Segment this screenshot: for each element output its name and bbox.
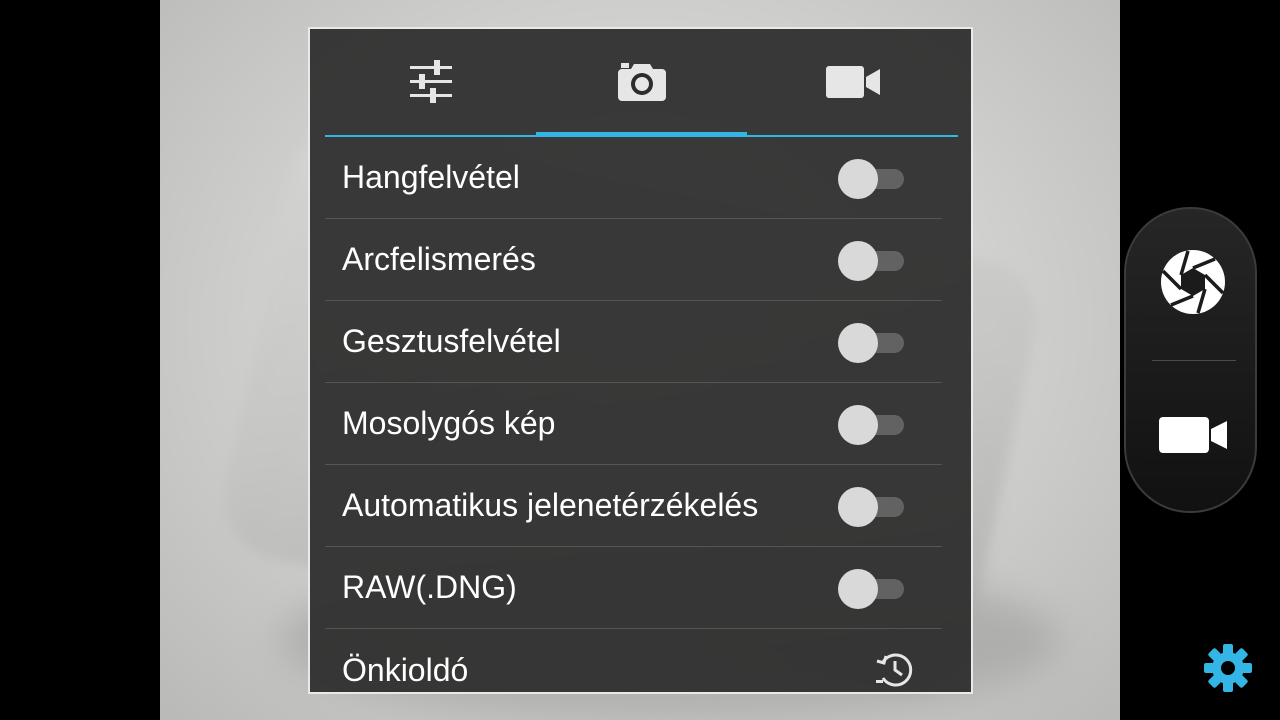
photo-mode-button[interactable] xyxy=(1126,249,1259,315)
face-detection-toggle[interactable] xyxy=(838,240,904,281)
setting-label: Hangfelvétel xyxy=(342,159,520,195)
setting-row-self-timer[interactable]: Önkioldó xyxy=(325,629,942,692)
camera-settings-panel: Hangfelvétel Arcfelismerés Gesztusfelvét… xyxy=(308,27,973,694)
setting-row-auto-scene-detection[interactable]: Automatikus jelenetérzékelés xyxy=(325,465,942,547)
setting-label: Automatikus jelenetérzékelés xyxy=(342,487,759,523)
timer-icon[interactable] xyxy=(875,650,915,690)
gear-icon[interactable] xyxy=(1203,643,1253,693)
capture-mode-switcher xyxy=(1124,207,1257,513)
setting-row-raw-dng[interactable]: RAW(.DNG) xyxy=(325,547,942,629)
setting-row-smile-shot[interactable]: Mosolygós kép xyxy=(325,383,942,465)
mode-divider xyxy=(1152,360,1236,361)
setting-row-audio-recording[interactable]: Hangfelvétel xyxy=(325,137,942,219)
auto-scene-detection-toggle[interactable] xyxy=(838,486,904,527)
video-camera-icon xyxy=(1158,417,1227,453)
setting-label: Mosolygós kép xyxy=(342,405,556,441)
settings-tab-bar xyxy=(325,29,958,137)
setting-label: Önkioldó xyxy=(342,651,469,688)
audio-recording-toggle[interactable] xyxy=(838,158,904,199)
smile-shot-toggle[interactable] xyxy=(838,404,904,445)
settings-list: Hangfelvétel Arcfelismerés Gesztusfelvét… xyxy=(325,137,942,692)
shutter-aperture-icon xyxy=(1160,250,1225,314)
gesture-capture-toggle[interactable] xyxy=(838,322,904,363)
setting-label: Gesztusfelvétel xyxy=(342,323,561,359)
video-camera-icon xyxy=(825,66,880,98)
setting-row-face-detection[interactable]: Arcfelismerés xyxy=(325,219,942,301)
left-letterbox xyxy=(0,0,160,720)
tab-photo-settings[interactable] xyxy=(536,29,747,137)
tab-video-settings[interactable] xyxy=(747,29,958,135)
camera-icon xyxy=(617,63,666,101)
raw-dng-toggle[interactable] xyxy=(838,568,904,609)
video-mode-button[interactable] xyxy=(1126,415,1259,455)
setting-label: Arcfelismerés xyxy=(342,241,536,277)
sliders-icon xyxy=(409,60,452,103)
setting-label: RAW(.DNG) xyxy=(342,569,517,605)
setting-row-gesture-capture[interactable]: Gesztusfelvétel xyxy=(325,301,942,383)
tab-general-settings[interactable] xyxy=(325,29,536,135)
